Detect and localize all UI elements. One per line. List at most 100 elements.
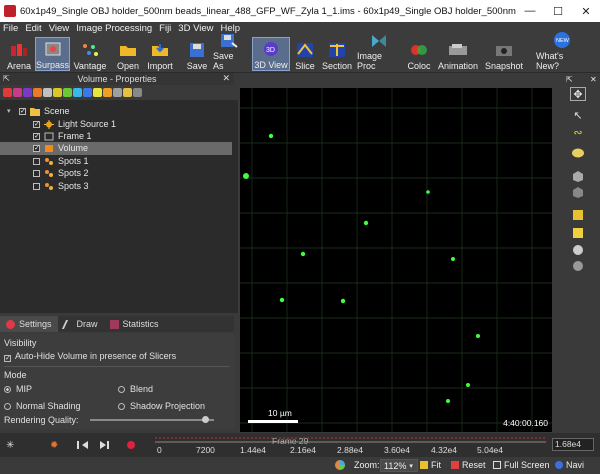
section-button[interactable]: Section: [321, 37, 353, 71]
menu-view[interactable]: View: [49, 23, 69, 34]
surfaces-add-icon[interactable]: [13, 87, 22, 97]
tick-label: 5.04e4: [477, 445, 503, 455]
image-proc-button[interactable]: Image Proc: [357, 35, 401, 71]
navigate-icon[interactable]: ✥: [570, 87, 586, 101]
mode-mip[interactable]: MIP: [4, 384, 32, 394]
checkbox[interactable]: [33, 157, 40, 165]
select-icon[interactable]: ↖: [570, 108, 586, 122]
save-button[interactable]: Save: [184, 37, 210, 71]
volume-add-icon[interactable]: [3, 87, 12, 97]
radio-icon[interactable]: [118, 386, 125, 393]
viewport-canvas[interactable]: [240, 88, 552, 432]
checkbox[interactable]: ✓: [33, 132, 40, 140]
mode-blend[interactable]: Blend: [118, 384, 153, 394]
collapse-icon[interactable]: ▾: [7, 107, 11, 115]
maximize-button[interactable]: ☐: [544, 0, 572, 22]
animation-icon: [447, 41, 469, 59]
bead: [476, 334, 480, 338]
checkbox[interactable]: [33, 182, 40, 190]
slice-button[interactable]: Slice: [293, 37, 317, 71]
save-as-button[interactable]: Save As: [213, 34, 245, 71]
frame-add-icon[interactable]: [113, 87, 122, 97]
tree-item-spots-3[interactable]: Spots 3: [0, 180, 232, 193]
tab-statistics[interactable]: Statistics: [104, 316, 165, 332]
tree-item-spots-1[interactable]: Spots 1: [0, 155, 232, 168]
align-icon[interactable]: [570, 208, 586, 222]
ball-icon[interactable]: [570, 259, 586, 273]
rendering-quality-slider[interactable]: [90, 416, 214, 423]
slider-handle[interactable]: [201, 416, 209, 423]
mode-shadow-projection[interactable]: Shadow Projection: [118, 401, 205, 411]
navi-button[interactable]: Navi: [555, 460, 584, 470]
fit-button[interactable]: Fit: [420, 460, 441, 470]
oblique-slicer-icon[interactable]: [73, 87, 82, 97]
mode-normal-shading[interactable]: Normal Shading: [4, 401, 81, 411]
cube-icon[interactable]: [570, 185, 586, 199]
grid-icon[interactable]: [570, 226, 586, 240]
tree-item-scene[interactable]: ▾ ✓ Scene: [0, 105, 232, 118]
measurement-icon[interactable]: [93, 87, 102, 97]
tree-item-volume[interactable]: ✓ Volume: [0, 142, 232, 155]
radio-icon[interactable]: [118, 403, 125, 410]
surpass-button[interactable]: Surpass: [35, 37, 70, 71]
minimize-button[interactable]: —: [516, 0, 544, 22]
spots-add-icon[interactable]: [33, 87, 42, 97]
arena-button[interactable]: Arena: [4, 37, 34, 71]
image-proc-icon: [368, 33, 390, 49]
close-icon[interactable]: ✕: [222, 73, 230, 84]
tree-item-spots-2[interactable]: Spots 2: [0, 167, 232, 180]
menu-fiji[interactable]: Fiji: [159, 23, 171, 34]
tree-item-frame-1[interactable]: ✓ Frame 1: [0, 130, 232, 143]
menu-image-processing[interactable]: Image Processing: [76, 23, 152, 34]
auto-hide-option[interactable]: ✓ Auto-Hide Volume in presence of Slicers: [4, 351, 176, 362]
close-button[interactable]: ✕: [572, 0, 600, 22]
tree-item-light-source-1[interactable]: ✓ Light Source 1: [0, 118, 232, 131]
animation-button[interactable]: Animation: [437, 37, 479, 71]
3d-viewport[interactable]: 10 µm 4:40:00.160: [240, 88, 552, 432]
checkbox[interactable]: ✓: [19, 107, 26, 115]
bead: [340, 298, 346, 304]
bead: [363, 220, 369, 226]
radio-icon[interactable]: [4, 403, 11, 410]
vantage-button[interactable]: Vantage: [73, 37, 107, 71]
import-button[interactable]: Import: [145, 37, 175, 71]
reference-frame-icon[interactable]: [83, 87, 92, 97]
cells-add-icon[interactable]: [23, 87, 32, 97]
color-wheel-icon[interactable]: [334, 459, 346, 471]
auto-hide-checkbox[interactable]: ✓: [4, 355, 11, 362]
tab-settings[interactable]: Settings: [0, 316, 58, 332]
surface-icon[interactable]: [570, 146, 586, 160]
pin-icon[interactable]: ⇱: [566, 75, 573, 84]
whats-new-button[interactable]: NEW What's New?: [536, 32, 588, 71]
tab-draw[interactable]: Draw: [58, 316, 104, 332]
menu-file[interactable]: File: [3, 23, 18, 34]
open-button[interactable]: Open: [114, 37, 142, 71]
menu-edit[interactable]: Edit: [25, 23, 41, 34]
cube-icon[interactable]: [570, 169, 586, 183]
zoom-select[interactable]: 112% ▾: [380, 459, 418, 472]
clipping-plane-icon[interactable]: [53, 87, 62, 97]
filaments-add-icon[interactable]: [43, 87, 52, 97]
pin-icon[interactable]: ⇱: [3, 74, 10, 83]
reset-button[interactable]: Reset: [451, 460, 486, 470]
menu-3d-view[interactable]: 3D View: [178, 23, 213, 34]
snapshot-button[interactable]: Snapshot: [482, 37, 526, 71]
coloc-button[interactable]: Coloc: [405, 37, 433, 71]
measure-icon[interactable]: ∾: [570, 125, 586, 139]
timeline: ✳ ✹ Frame 29 0 7200 1.44e4 2.16e4 2.88e4…: [0, 433, 600, 457]
light-source-add-icon[interactable]: [103, 87, 112, 97]
delete-icon[interactable]: [133, 87, 142, 97]
checkbox[interactable]: ✓: [33, 120, 40, 128]
3d-view-button[interactable]: 3D 3D View: [252, 37, 290, 71]
radio-icon[interactable]: [4, 386, 11, 393]
ortho-slicer-icon[interactable]: [63, 87, 72, 97]
mode-header: Mode: [4, 370, 27, 380]
end-value-field[interactable]: 1.68e4: [552, 438, 594, 451]
sphere-icon[interactable]: [570, 243, 586, 257]
close-icon[interactable]: ✕: [590, 75, 597, 84]
full-screen-button[interactable]: Full Screen: [493, 460, 550, 470]
tree-scrollbar[interactable]: [234, 100, 238, 313]
checkbox[interactable]: ✓: [33, 144, 40, 152]
group-icon[interactable]: [123, 87, 132, 97]
checkbox[interactable]: [33, 169, 40, 177]
